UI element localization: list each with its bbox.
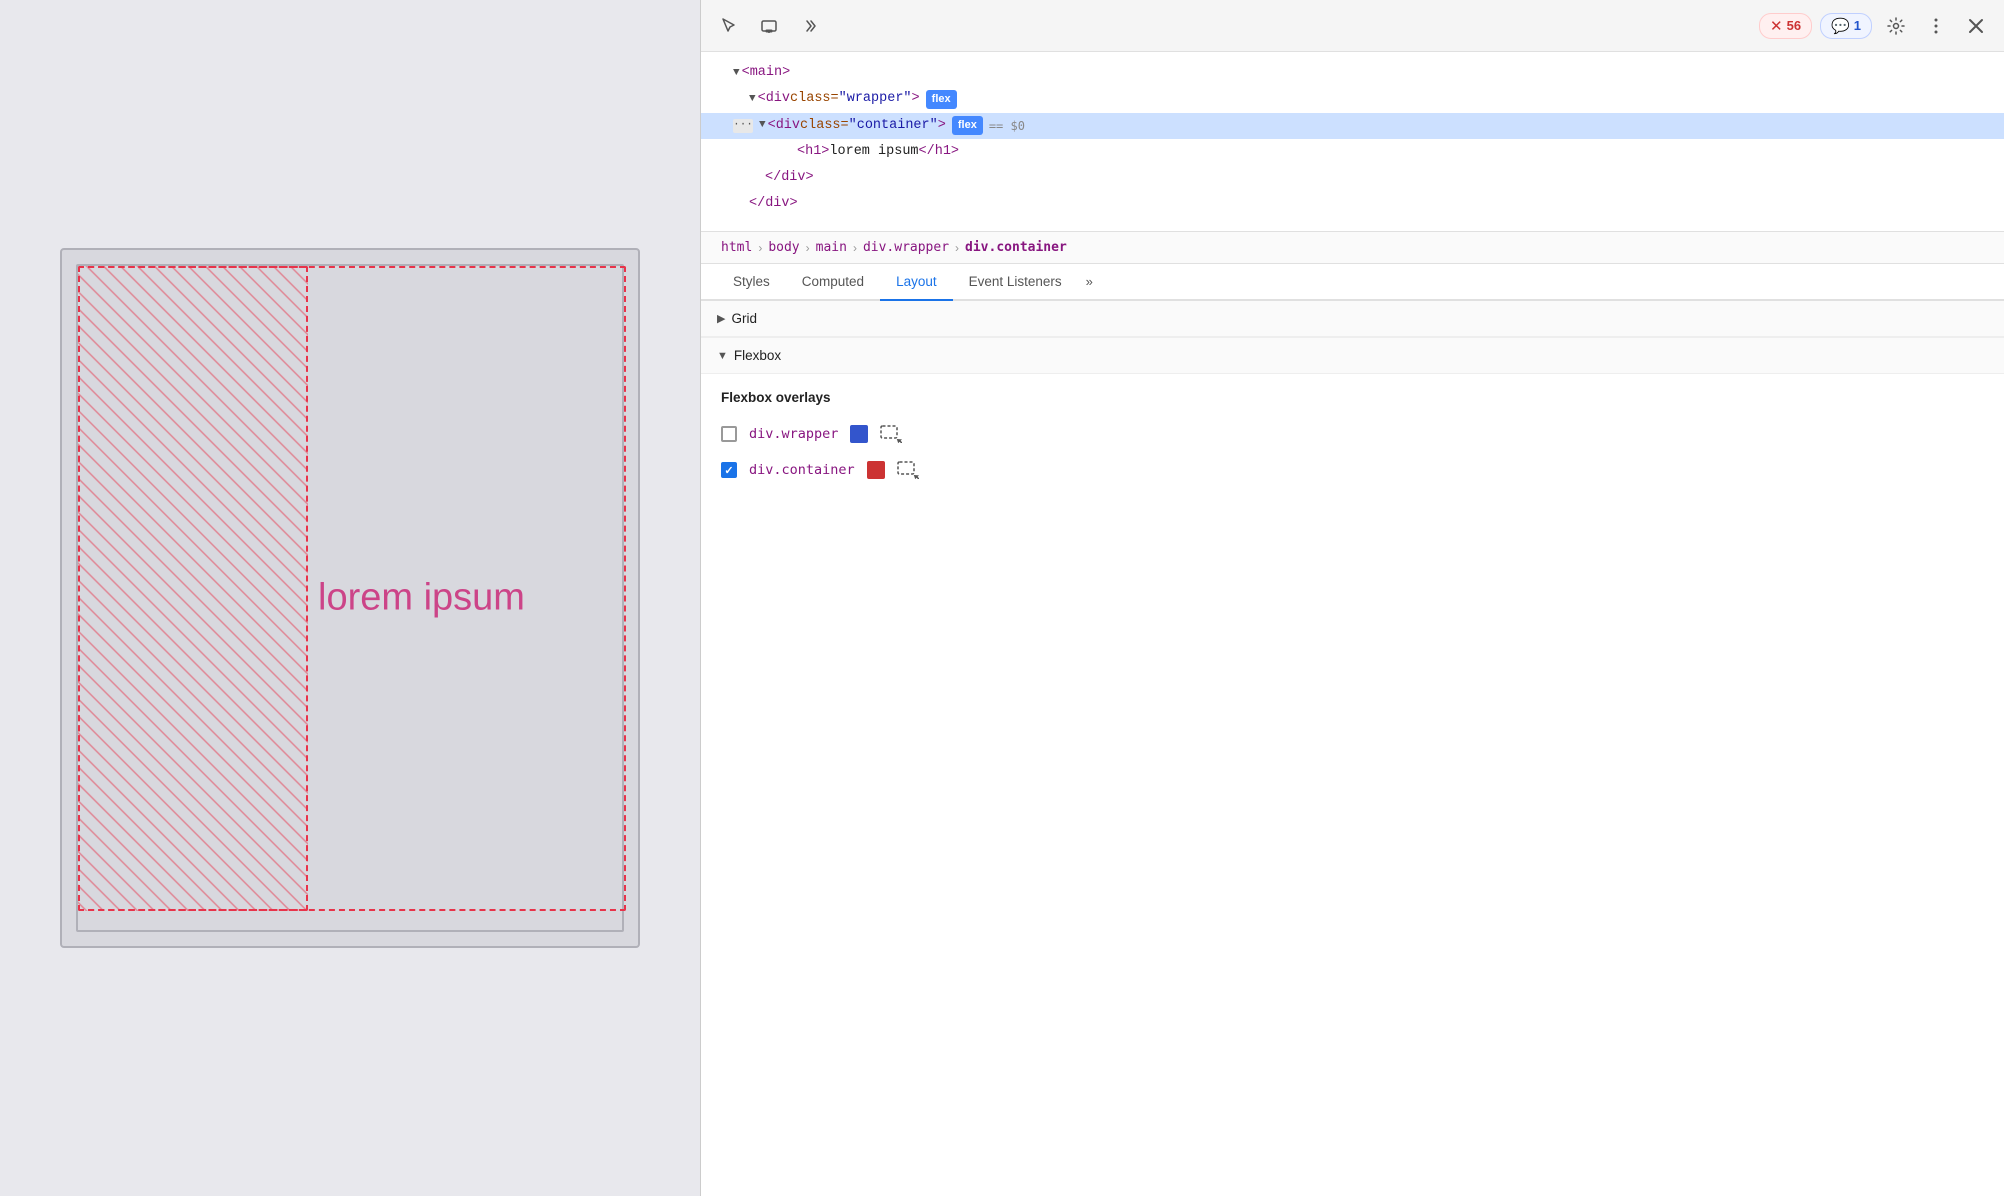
dollar-zero: == $0 [989,117,1025,135]
more-tools-button[interactable] [793,10,825,42]
more-button-container[interactable]: ··· [733,119,753,133]
wrapper-overlay-checkbox[interactable] [721,426,737,442]
wrapper-highlight-button[interactable] [880,423,902,445]
breadcrumb: html › body › main › div.wrapper › div.c… [701,232,2004,264]
wrapper-overlay-label[interactable]: div.wrapper [749,426,838,442]
dom-line-h1[interactable]: <h1> lorem ipsum </h1> [701,139,2004,165]
container-overlay-label[interactable]: div.container [749,462,855,478]
message-icon: 💬 [1831,17,1850,35]
devtools-toolbar: ✕ 56 💬 1 [701,0,2004,52]
kebab-menu-button[interactable] [1920,10,1952,42]
close-devtools-button[interactable] [1960,10,1992,42]
tab-event-listeners[interactable]: Event Listeners [953,264,1078,301]
tabs-bar: Styles Computed Layout Event Listeners » [701,264,2004,301]
error-icon: ✕ [1770,17,1783,35]
dom-tree: ▼ <main> ▼ <div class= "wrapper" > flex … [701,52,2004,232]
tab-styles[interactable]: Styles [717,264,786,301]
dom-line-container[interactable]: ··· ▼ <div class= "container" > flex == … [701,113,2004,139]
lorem-text: lorem ipsum [318,577,525,620]
dom-line-wrapper[interactable]: ▼ <div class= "wrapper" > flex [701,86,2004,112]
errors-count: 56 [1787,18,1801,33]
breadcrumb-body[interactable]: body [764,238,803,257]
flexbox-section-header[interactable]: ▼ Flexbox [701,337,2004,374]
expand-arrow-container[interactable]: ▼ [759,117,766,134]
flex-badge-container[interactable]: flex [952,116,983,135]
flexbox-expand-arrow: ▼ [717,350,728,362]
inspect-element-button[interactable] [713,10,745,42]
wrapper-box: lorem ipsum [76,264,624,932]
flex-badge-wrapper[interactable]: flex [926,90,957,109]
dom-line-close-container[interactable]: </div> [701,165,2004,191]
expand-arrow-wrapper[interactable]: ▼ [749,91,756,108]
container-highlight-button[interactable] [897,459,919,481]
layout-content: ▶ Grid ▼ Flexbox Flexbox overlays div.wr… [701,301,2004,1196]
wrapper-color-swatch[interactable] [850,425,868,443]
container-color-swatch[interactable] [867,461,885,479]
dom-line-close-wrapper[interactable]: </div> [701,191,2004,217]
tab-computed[interactable]: Computed [786,264,880,301]
tab-more-button[interactable]: » [1078,264,1101,299]
flexbox-overlays-title: Flexbox overlays [721,390,1984,405]
breadcrumb-main[interactable]: main [812,238,851,257]
messages-badge[interactable]: 💬 1 [1820,13,1872,39]
device-toggle-button[interactable] [753,10,785,42]
flexbox-overlays-section: Flexbox overlays div.wrapper div.contain… [701,374,2004,511]
overlay-row-wrapper: div.wrapper [721,423,1984,445]
breadcrumb-html[interactable]: html [717,238,756,257]
grid-section-header[interactable]: ▶ Grid [701,301,2004,337]
grid-section-title: Grid [731,311,757,326]
settings-button[interactable] [1880,10,1912,42]
breadcrumb-wrapper[interactable]: div.wrapper [859,238,953,257]
devtools-panel: ✕ 56 💬 1 [700,0,2004,1196]
flexbox-section-title: Flexbox [734,348,781,363]
tab-layout[interactable]: Layout [880,264,953,301]
preview-panel: lorem ipsum [0,0,700,1196]
overlay-row-container: div.container [721,459,1984,481]
grid-expand-arrow: ▶ [717,312,725,325]
expand-arrow-main[interactable]: ▼ [733,65,740,82]
errors-badge[interactable]: ✕ 56 [1759,13,1812,39]
messages-count: 1 [1854,18,1861,33]
dom-line-main[interactable]: ▼ <main> [701,60,2004,86]
container-overlay-checkbox[interactable] [721,462,737,478]
browser-viewport: lorem ipsum [60,248,640,948]
breadcrumb-container[interactable]: div.container [961,238,1071,257]
